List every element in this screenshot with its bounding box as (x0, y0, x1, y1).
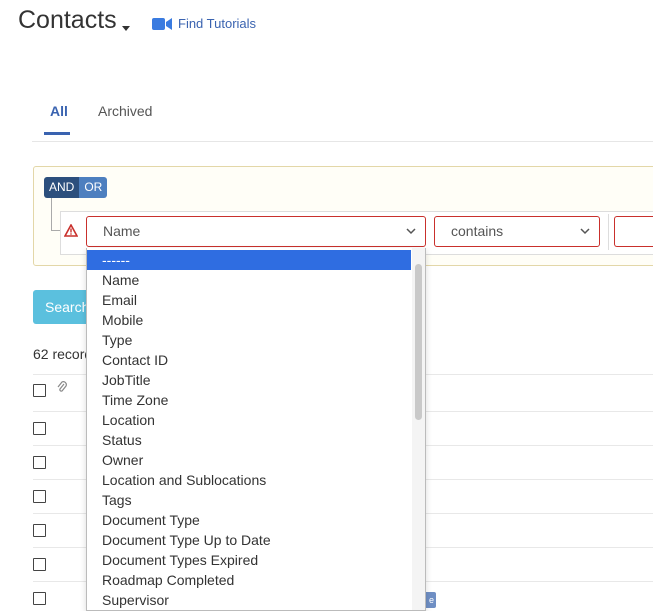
dropdown-option[interactable]: Document Type (87, 510, 411, 530)
dropdown-option[interactable]: Contact ID (87, 350, 411, 370)
dropdown-option[interactable]: ------ (87, 250, 411, 270)
find-tutorials-label: Find Tutorials (178, 16, 257, 31)
chevron-down-icon (580, 228, 590, 235)
dropdown-option[interactable]: JobTitle (87, 370, 411, 390)
dropdown-option[interactable]: Status (87, 430, 411, 450)
paperclip-icon (57, 381, 67, 392)
field-select[interactable]: Name (86, 216, 426, 247)
dropdown-option[interactable]: Name (87, 270, 411, 290)
dropdown-option[interactable]: Time Zone (87, 390, 411, 410)
active-tab-indicator (44, 132, 70, 135)
row-checkbox[interactable] (33, 490, 46, 503)
rule-divider (608, 214, 609, 250)
dropdown-option[interactable]: Location (87, 410, 411, 430)
and-or-toggle: AND OR (44, 177, 108, 198)
warning-icon (64, 224, 78, 237)
row-checkbox[interactable] (33, 524, 46, 537)
title-dropdown-caret-icon[interactable] (122, 26, 130, 31)
find-tutorials-link[interactable]: Find Tutorials (152, 16, 256, 31)
dropdown-option[interactable]: Tags (87, 490, 411, 510)
operator-select-value: contains (451, 223, 504, 239)
field-select-value: Name (103, 223, 141, 239)
dropdown-option[interactable]: Supervisor (87, 590, 411, 610)
field-dropdown-list[interactable]: ------ Name Email Mobile Type Contact ID JobTi… (86, 248, 426, 611)
tree-connector (51, 198, 52, 230)
dropdown-option[interactable]: Document Types Expired (87, 550, 411, 570)
dropdown-option[interactable]: Mobile (87, 310, 411, 330)
tab-archived[interactable]: Archived (98, 103, 152, 119)
dropdown-scrollbar[interactable] (415, 264, 422, 420)
operator-select[interactable]: contains (434, 216, 600, 247)
search-button[interactable]: Search (33, 290, 93, 324)
row-checkbox[interactable] (33, 456, 46, 469)
row-checkbox[interactable] (33, 592, 46, 605)
dropdown-option[interactable]: Roadmap Completed (87, 570, 411, 590)
dropdown-option[interactable]: Document Type Up to Date (87, 530, 411, 550)
dropdown-option[interactable]: Type (87, 330, 411, 350)
tabs-divider (32, 141, 653, 142)
value-input[interactable] (614, 216, 653, 247)
row-checkbox[interactable] (33, 422, 46, 435)
dropdown-option[interactable]: Location and Sublocations (87, 470, 411, 490)
tab-all[interactable]: All (50, 103, 68, 119)
chevron-down-icon (406, 228, 416, 235)
row-checkbox[interactable] (33, 558, 46, 571)
or-button[interactable]: OR (79, 177, 108, 198)
dropdown-option[interactable]: Owner (87, 450, 411, 470)
select-all-checkbox[interactable] (33, 384, 46, 397)
page-title: Contacts (18, 6, 117, 34)
dropdown-option[interactable]: Email (87, 290, 411, 310)
and-button[interactable]: AND (44, 177, 80, 198)
video-camera-icon (152, 17, 172, 30)
